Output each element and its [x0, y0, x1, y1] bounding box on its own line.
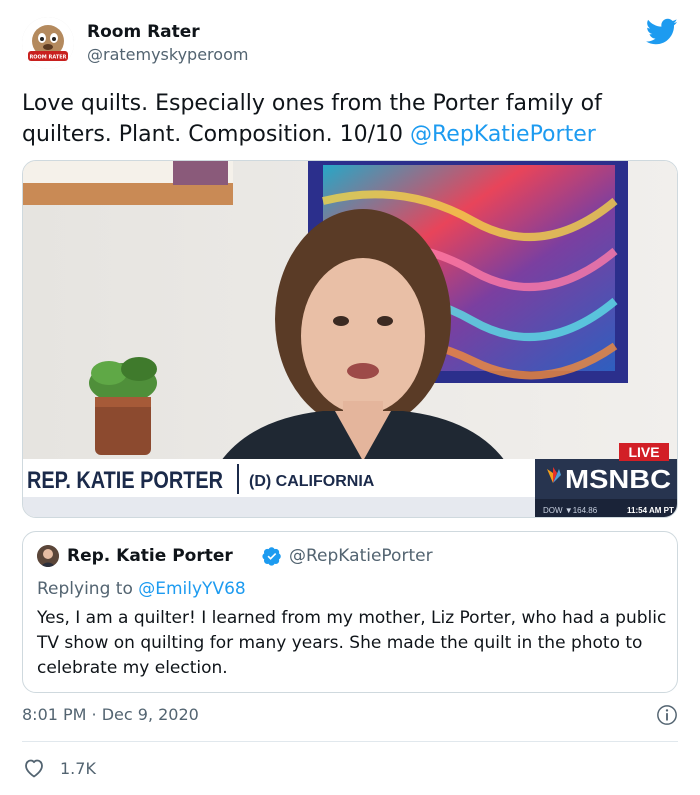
network-name: MSNBC: [565, 464, 671, 494]
ticker-time: 11:54 AM PT: [627, 506, 674, 515]
heart-icon: [25, 759, 43, 778]
replying-to-link[interactable]: @EmilyYV68: [138, 579, 245, 599]
tweet-author[interactable]: Room Rater @ratemyskyperoom: [87, 20, 248, 66]
author-name[interactable]: Room Rater: [87, 20, 248, 44]
author-handle[interactable]: @ratemyskyperoom: [87, 44, 248, 66]
replying-to: Replying to @EmilyYV68: [37, 577, 246, 601]
divider: [22, 741, 678, 742]
verified-badge-icon: [262, 547, 281, 566]
mention-link[interactable]: @RepKatiePorter: [410, 122, 596, 147]
like-button[interactable]: 1.7K: [22, 756, 96, 780]
avatar-badge-text: ROOM RATER: [29, 55, 66, 61]
twitter-bird-icon[interactable]: [646, 18, 678, 46]
avatar-image: [37, 545, 59, 567]
quoted-tweet[interactable]: Rep. Katie Porter @RepKatiePorter Replyi…: [22, 531, 678, 693]
quoted-tweet-text: Yes, I am a quilter! I learned from my m…: [37, 608, 667, 678]
lower-third-detail: (D) CALIFORNIA: [249, 473, 375, 490]
live-badge-text: LIVE: [628, 444, 659, 460]
quoted-author-handle[interactable]: @RepKatiePorter: [289, 544, 433, 568]
info-icon[interactable]: [656, 704, 678, 726]
tweet-timestamp[interactable]: 8:01 PM · Dec 9, 2020: [22, 703, 199, 727]
quoted-author-avatar[interactable]: [37, 545, 59, 567]
like-count: 1.7K: [60, 758, 96, 778]
shelf: [23, 183, 233, 205]
lower-third-name: REP. KATIE PORTER: [27, 467, 223, 494]
ticker-left: DOW ▼164.86: [543, 506, 598, 515]
quoted-author-name[interactable]: Rep. Katie Porter: [67, 544, 233, 568]
broadcast-still: REP. KATIE PORTER (D) CALIFORNIA LIVE MS…: [23, 161, 677, 517]
replying-prefix: Replying to: [37, 579, 139, 599]
tweet-media[interactable]: REP. KATIE PORTER (D) CALIFORNIA LIVE MS…: [22, 160, 678, 518]
tweet-text: Love quilts. Especially ones from the Po…: [22, 88, 682, 150]
room-rater-logo: ROOM RATER: [22, 17, 74, 69]
plant: [89, 357, 157, 455]
author-avatar[interactable]: ROOM RATER: [22, 17, 74, 69]
